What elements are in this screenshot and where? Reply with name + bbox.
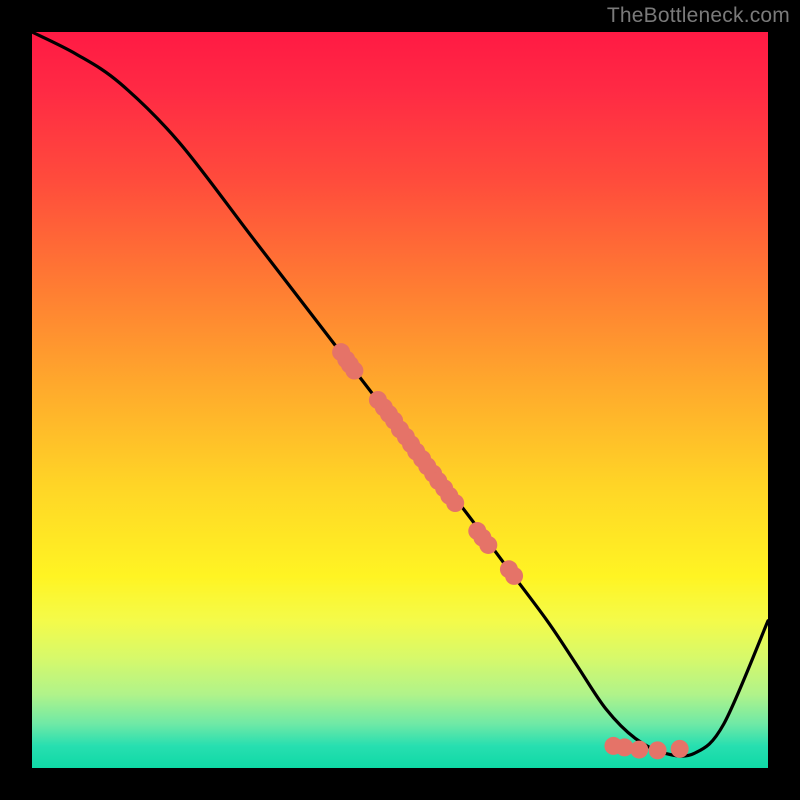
watermark-text: TheBottleneck.com <box>607 4 790 28</box>
scatter-dots <box>332 343 689 759</box>
scatter-dot <box>649 741 667 759</box>
plot-area <box>32 32 768 768</box>
scatter-dot <box>671 740 689 758</box>
scatter-dot <box>479 536 497 554</box>
scatter-dot <box>345 362 363 380</box>
chart-svg <box>32 32 768 768</box>
scatter-dot <box>446 494 464 512</box>
scatter-dot <box>630 741 648 759</box>
scatter-dot <box>505 567 523 585</box>
chart-stage: TheBottleneck.com <box>0 0 800 800</box>
curve-line <box>32 32 768 756</box>
